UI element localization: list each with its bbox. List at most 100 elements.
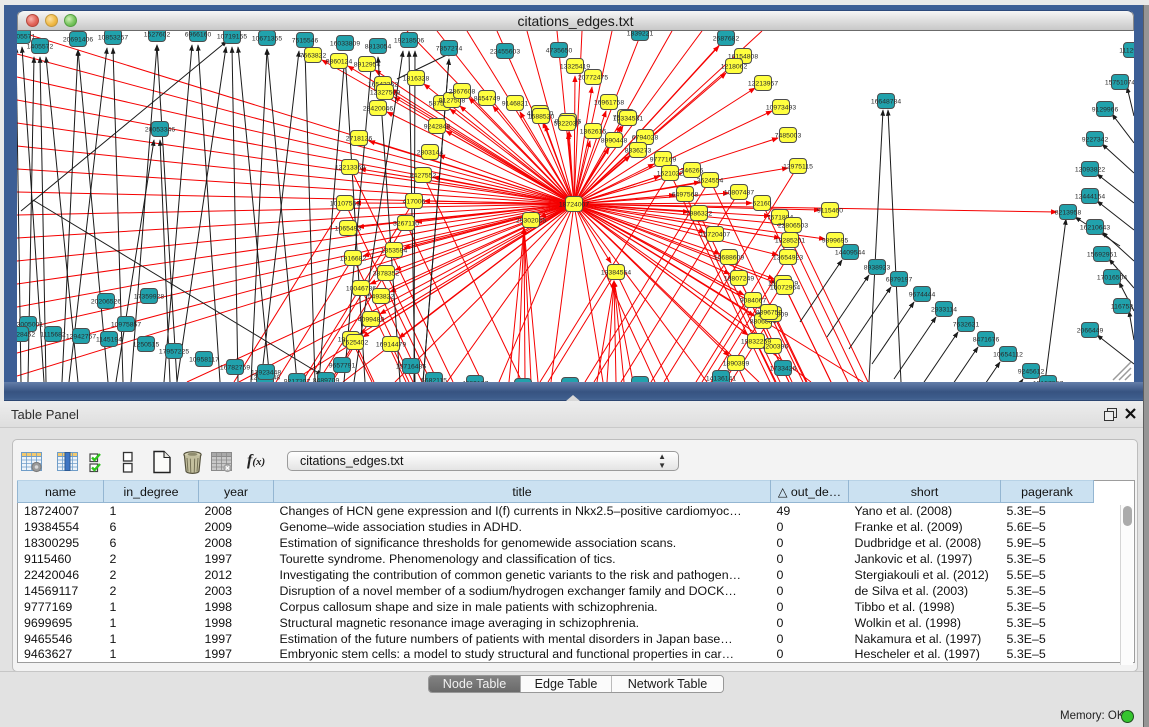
svg-text:18724007: 18724007 [559, 201, 589, 208]
svg-text:9242848: 9242848 [424, 123, 451, 130]
svg-text:1588520: 1588520 [528, 113, 555, 120]
svg-text:16648784: 16648784 [871, 98, 901, 105]
svg-text:8912954: 8912954 [354, 61, 381, 68]
svg-text:1839221: 1839221 [627, 31, 654, 37]
svg-text:20772475: 20772475 [578, 74, 608, 81]
svg-text:2933114: 2933114 [931, 306, 957, 313]
svg-text:22806503: 22806503 [778, 222, 808, 229]
svg-text:9115460: 9115460 [817, 207, 843, 214]
svg-text:9146821: 9146821 [502, 100, 529, 107]
svg-text:3878352: 3878352 [373, 270, 400, 277]
svg-text:4099489: 4099489 [358, 316, 385, 323]
svg-text:9674444: 9674444 [909, 291, 936, 298]
svg-text:9084067: 9084067 [740, 297, 767, 304]
svg-text:16033809: 16033809 [330, 40, 360, 47]
svg-text:19832259: 19832259 [741, 338, 771, 345]
svg-text:5493822: 5493822 [368, 293, 395, 300]
svg-text:9129966: 9129966 [1092, 106, 1119, 113]
svg-text:10973493: 10973493 [766, 104, 796, 111]
svg-text:2066449: 2066449 [1077, 327, 1104, 334]
svg-text:417006: 417006 [403, 198, 426, 205]
svg-text:20691406: 20691406 [63, 36, 93, 43]
svg-text:7986322: 7986322 [686, 210, 713, 217]
svg-text:9217207: 9217207 [284, 378, 311, 382]
svg-text:2718126: 2718126 [346, 135, 373, 142]
svg-text:8396759: 8396759 [756, 309, 783, 316]
svg-text:10807487: 10807487 [724, 189, 754, 196]
svg-text:16072954: 16072954 [770, 284, 800, 291]
svg-text:15692951: 15692951 [1087, 251, 1117, 258]
svg-text:19285201: 19285201 [775, 237, 805, 244]
svg-text:10853257: 10853257 [98, 34, 128, 41]
svg-text:1145194: 1145194 [96, 336, 122, 343]
svg-text:12975115: 12975115 [783, 163, 813, 170]
svg-text:6879197: 6879197 [886, 276, 913, 283]
svg-text:7515546: 7515546 [292, 37, 319, 44]
svg-text:5682115: 5682115 [421, 377, 447, 382]
svg-text:116753: 116753 [1111, 303, 1133, 310]
svg-text:8489709: 8489709 [313, 377, 340, 382]
svg-text:10975857: 10975857 [111, 321, 141, 328]
svg-text:4735650: 4735650 [546, 47, 573, 54]
svg-text:13325419: 13325419 [560, 63, 590, 70]
svg-text:8336273: 8336273 [625, 147, 652, 154]
svg-text:12923448: 12923448 [251, 369, 281, 376]
svg-text:7632621: 7632621 [953, 321, 980, 328]
svg-text:10688609: 10688609 [714, 254, 744, 261]
svg-text:19218506: 19218506 [394, 37, 424, 44]
svg-text:10334531: 10334531 [613, 115, 643, 122]
svg-text:1250515: 1250515 [133, 341, 160, 348]
svg-text:4439167: 4439167 [462, 380, 489, 382]
svg-text:1890399: 1890399 [723, 360, 750, 367]
svg-text:8213958: 8213958 [1055, 209, 1082, 216]
svg-text:9899695: 9899695 [822, 237, 849, 244]
svg-text:10654112: 10654112 [993, 351, 1023, 358]
svg-text:15751074: 15751074 [1105, 79, 1134, 86]
svg-text:15716485: 15716485 [396, 363, 426, 370]
svg-text:8990448: 8990448 [601, 137, 628, 144]
svg-text:9245612: 9245612 [1018, 368, 1045, 375]
svg-text:12444154: 12444154 [1075, 193, 1105, 200]
svg-text:1065493: 1065493 [335, 225, 362, 232]
svg-text:14136141: 14136141 [706, 375, 736, 382]
svg-text:25302035: 25302035 [516, 217, 546, 224]
svg-text:9860124: 9860124 [326, 58, 353, 65]
svg-text:10719155: 10719155 [217, 33, 247, 40]
svg-text:746266: 746266 [681, 167, 704, 174]
svg-text:20206526: 20206526 [91, 298, 121, 305]
svg-text:1405572: 1405572 [27, 43, 54, 50]
svg-text:16210643: 16210643 [1080, 224, 1110, 231]
svg-text:18807249: 18807249 [724, 275, 754, 282]
svg-text:16782759: 16782759 [220, 364, 250, 371]
svg-text:9227342: 9227342 [1082, 136, 1109, 143]
svg-text:12213957: 12213957 [748, 80, 778, 87]
svg-text:8938923: 8938923 [864, 264, 891, 271]
svg-text:7625402: 7625402 [342, 339, 369, 346]
svg-text:7663822: 7663822 [300, 52, 327, 59]
svg-text:8427552: 8427552 [410, 172, 437, 179]
svg-text:12093822: 12093822 [1075, 166, 1105, 173]
svg-text:6966160: 6966160 [185, 31, 212, 38]
svg-text:9657791: 9657791 [329, 362, 356, 369]
svg-text:7357274: 7357274 [436, 45, 463, 52]
svg-text:1621022: 1621022 [657, 170, 684, 177]
svg-text:10671355: 10671355 [252, 35, 282, 42]
svg-text:10046786: 10046786 [346, 285, 376, 292]
svg-text:17359928: 17359928 [134, 293, 164, 300]
svg-text:15157347: 15157347 [1033, 380, 1063, 382]
svg-text:8813054: 8813054 [365, 43, 392, 50]
svg-text:19384554: 19384554 [601, 269, 631, 276]
svg-text:1353594: 1353594 [381, 247, 408, 254]
svg-text:8454749: 8454749 [474, 95, 501, 102]
svg-text:6794028: 6794028 [632, 134, 659, 141]
svg-text:1916682: 1916682 [340, 255, 367, 262]
svg-text:2687682: 2687682 [713, 35, 740, 42]
svg-text:3267110: 3267110 [393, 220, 419, 227]
svg-text:8471676: 8471676 [973, 336, 1000, 343]
svg-text:2367608: 2367608 [449, 88, 476, 95]
svg-text:1527602: 1527602 [144, 31, 171, 38]
svg-text:10228452: 10228452 [17, 331, 35, 338]
svg-text:1816328: 1816328 [403, 75, 430, 82]
svg-text:1733426: 1733426 [770, 365, 797, 372]
svg-text:1112974: 1112974 [1119, 47, 1134, 54]
